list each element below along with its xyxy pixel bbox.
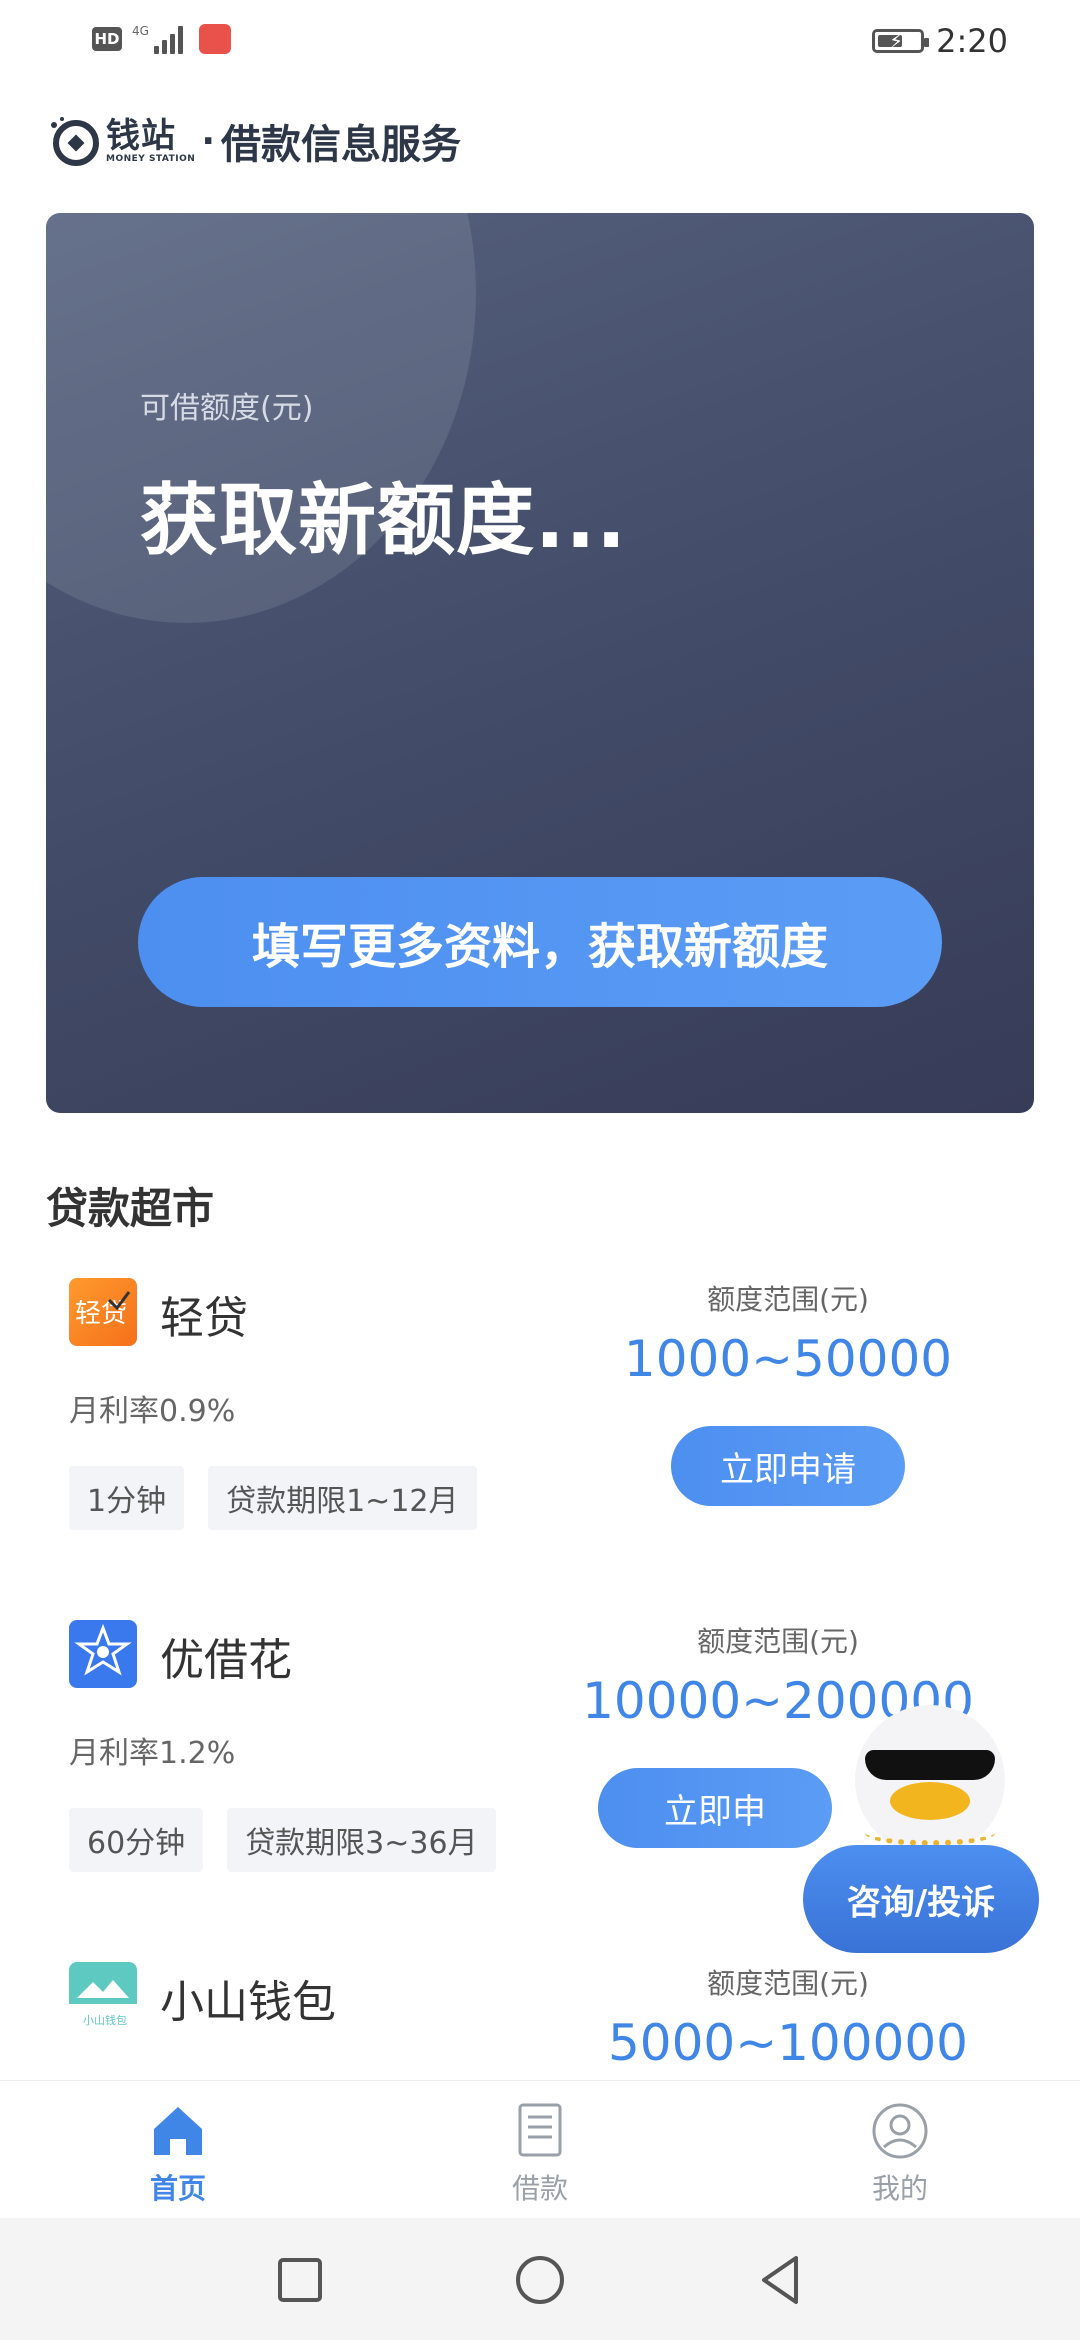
signal-icon: 4G bbox=[132, 24, 183, 54]
notification-app-icon bbox=[198, 24, 231, 54]
consult-floating-widget[interactable]: 咨询/投诉 bbox=[795, 1700, 1055, 1960]
range-value: 5000~100000 bbox=[607, 2014, 968, 2072]
svg-text:小山钱包: 小山钱包 bbox=[83, 2013, 127, 2027]
sunglasses-icon bbox=[865, 1750, 995, 1780]
user-icon bbox=[870, 2101, 930, 2161]
range-label: 额度范围(元) bbox=[707, 1283, 869, 1316]
tag-time: 1分钟 bbox=[69, 1466, 185, 1530]
logo-text: 钱站 MONEY STATION bbox=[106, 116, 196, 164]
tag-term: 贷款期限3~36月 bbox=[227, 1808, 496, 1872]
battery-icon: ⚡ bbox=[872, 29, 930, 53]
get-new-limit-button[interactable]: 填写更多资料，获取新额度 bbox=[138, 877, 942, 1007]
product-tags: 1分钟 贷款期限1~12月 bbox=[69, 1466, 477, 1530]
bottom-navigation: 首页 借款 我的 bbox=[0, 2080, 1080, 2219]
product-name: 轻贷 bbox=[160, 1293, 248, 1344]
qingdai-logo-icon: 轻贷 bbox=[69, 1278, 137, 1346]
header-title: 借款信息服务 bbox=[221, 122, 461, 168]
system-navigation-bar bbox=[0, 2218, 1080, 2340]
range-label: 额度范围(元) bbox=[707, 1967, 869, 2000]
product-name: 优借花 bbox=[160, 1635, 292, 1686]
credit-limit-value: 获取新额度... bbox=[140, 476, 627, 566]
nav-home[interactable]: 首页 bbox=[98, 2101, 258, 2207]
nav-me[interactable]: 我的 bbox=[820, 2101, 980, 2207]
money-station-logo-icon bbox=[46, 113, 102, 169]
home-circle-icon[interactable] bbox=[510, 2250, 570, 2310]
hd-indicator: HD bbox=[92, 27, 122, 51]
product-name: 小山钱包 bbox=[160, 1977, 336, 2028]
credit-limit-label: 可借额度(元) bbox=[140, 391, 314, 426]
youjiehua-logo-icon bbox=[69, 1620, 137, 1688]
clock: 2:20 bbox=[936, 22, 1008, 60]
xiaoshan-logo-icon: 小山钱包 bbox=[69, 1962, 137, 2030]
product-item[interactable]: 小山钱包 小山钱包 额度范围(元) 5000~100000 bbox=[0, 1962, 1080, 2080]
credit-limit-card: 可借额度(元) 获取新额度... 填写更多资料，获取新额度 bbox=[46, 213, 1034, 1113]
product-rate: 月利率0.9% bbox=[69, 1394, 236, 1429]
product-item[interactable]: 轻贷 轻贷 月利率0.9% 1分钟 贷款期限1~12月 额度范围(元) 1000… bbox=[0, 1278, 1080, 1578]
range-value: 1000~50000 bbox=[623, 1330, 953, 1388]
tag-time: 60分钟 bbox=[69, 1808, 204, 1872]
section-title: 贷款超市 bbox=[46, 1184, 215, 1233]
range-label: 额度范围(元) bbox=[697, 1625, 859, 1658]
nav-loans[interactable]: 借款 bbox=[460, 2101, 620, 2207]
product-rate: 月利率1.2% bbox=[69, 1736, 236, 1771]
consult-complaint-button[interactable]: 咨询/投诉 bbox=[803, 1845, 1039, 1953]
receipt-icon bbox=[510, 2101, 570, 2161]
status-bar: HD 4G ⚡ 2:20 bbox=[0, 0, 1080, 84]
product-tags: 60分钟 贷款期限3~36月 bbox=[69, 1808, 496, 1872]
app-header: 钱站 MONEY STATION · 借款信息服务 bbox=[46, 112, 461, 170]
recent-apps-icon[interactable] bbox=[270, 2250, 330, 2310]
home-icon bbox=[148, 2101, 208, 2161]
tag-term: 贷款期限1~12月 bbox=[208, 1466, 477, 1530]
back-icon[interactable] bbox=[750, 2250, 810, 2310]
apply-button[interactable]: 立即申请 bbox=[671, 1426, 905, 1506]
